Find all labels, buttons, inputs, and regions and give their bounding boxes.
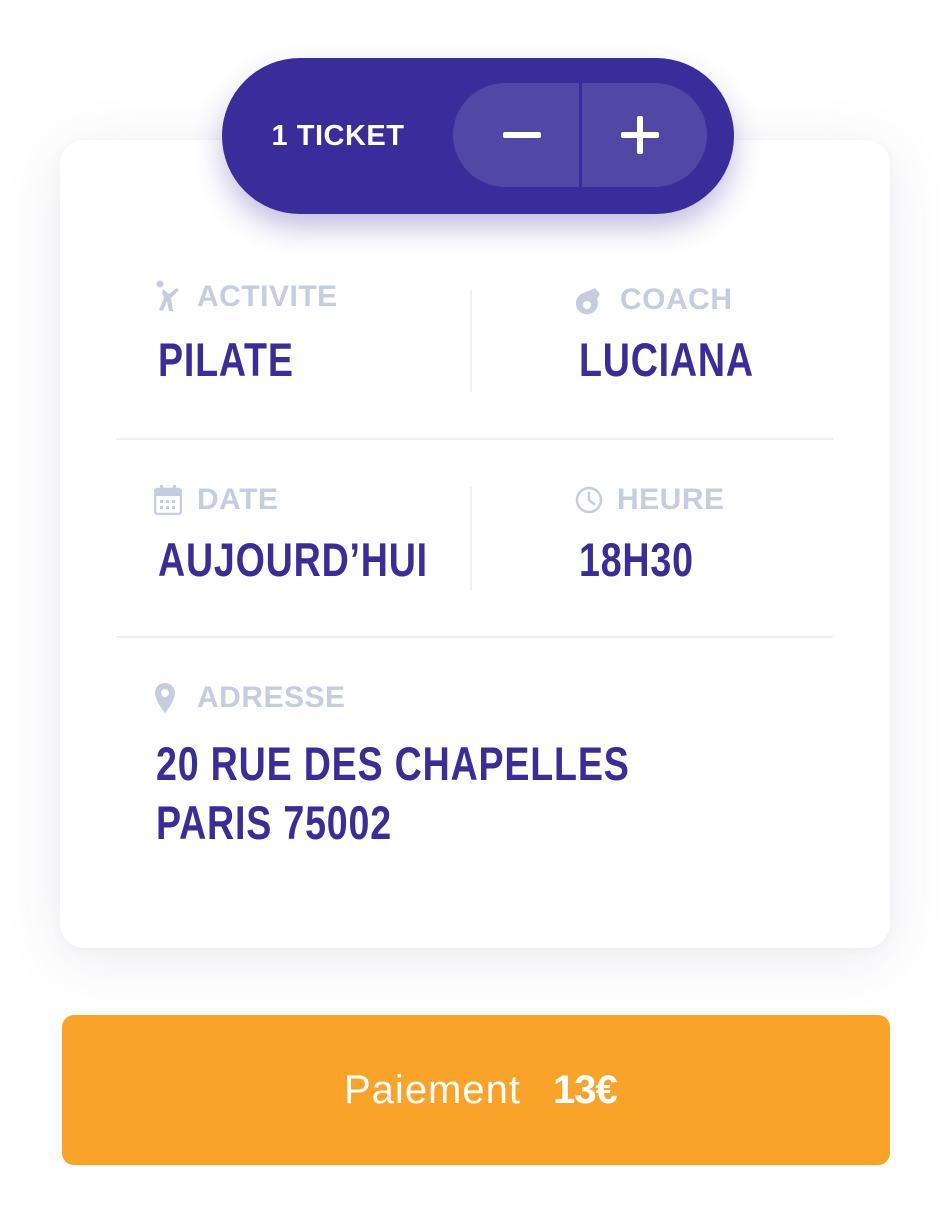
row1-bottom-divider <box>116 438 833 440</box>
date-value: AUJOURD’HUI <box>158 533 428 586</box>
clock-icon <box>575 486 603 519</box>
decrement-button[interactable] <box>453 83 580 187</box>
row2-divider <box>470 487 472 591</box>
coach-value: LUCIANA <box>579 333 754 386</box>
date-label: DATE <box>197 483 279 516</box>
payment-label: Paiement <box>344 1068 521 1112</box>
whistle-icon <box>575 286 603 323</box>
ticket-stepper: 1 TICKET <box>222 58 734 214</box>
time-value: 18H30 <box>579 533 694 586</box>
address-line-2: PARIS 75002 <box>156 796 392 849</box>
ticket-count: 1 TICKET <box>271 120 405 152</box>
calendar-icon <box>153 485 183 520</box>
location-pin-icon <box>154 682 176 719</box>
activity-label: ACTIVITE <box>197 280 338 313</box>
coach-label: COACH <box>620 283 733 316</box>
minus-icon <box>503 132 541 138</box>
address-label: ADRESSE <box>197 681 346 714</box>
row1-divider <box>470 290 472 392</box>
row2-bottom-divider <box>116 636 833 638</box>
activity-icon <box>155 280 181 317</box>
plus-icon <box>621 116 659 154</box>
payment-price: 13€ <box>553 1068 618 1112</box>
ticket-booking-screen: ACTIVITE PILATE COACH LUCIANA DATE AUJOU… <box>0 0 949 1226</box>
payment-button[interactable]: Paiement 13€ <box>62 1015 890 1165</box>
address-line-1: 20 RUE DES CHAPELLES <box>156 737 630 790</box>
booking-details-card: ACTIVITE PILATE COACH LUCIANA DATE AUJOU… <box>60 140 890 948</box>
time-label: HEURE <box>617 483 725 516</box>
activity-value: PILATE <box>158 333 294 386</box>
ticket-quantity-controls <box>453 83 707 187</box>
increment-button[interactable] <box>580 83 707 187</box>
